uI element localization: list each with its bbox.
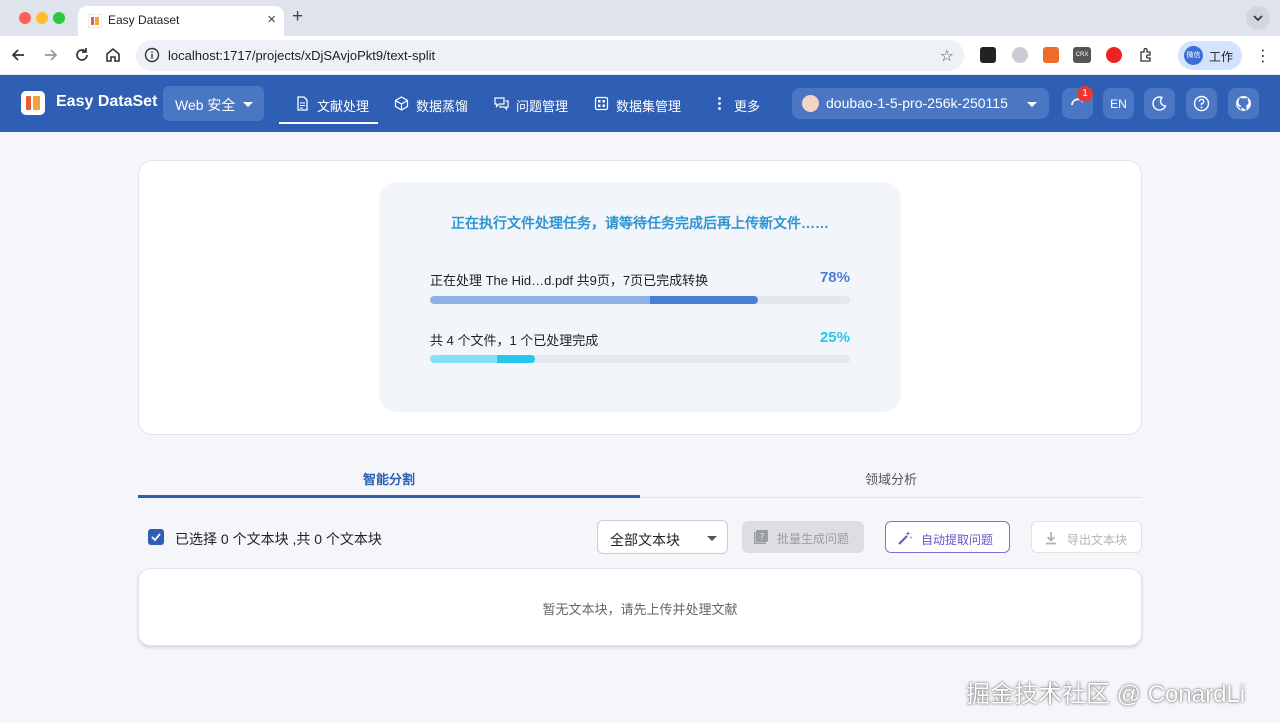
language-toggle-button[interactable]: EN bbox=[1103, 88, 1134, 119]
github-button[interactable] bbox=[1228, 88, 1259, 119]
url-text[interactable]: localhost:1717/projects/xDjSAvjoPkt9/tex… bbox=[168, 48, 435, 63]
batch-generate-questions-button[interactable]: ? 批量生成问题 bbox=[742, 521, 864, 553]
chevron-down-icon bbox=[1027, 102, 1037, 107]
nav-active-indicator bbox=[279, 122, 378, 124]
button-label: 批量生成问题 bbox=[777, 532, 850, 546]
notification-badge: 1 bbox=[1077, 86, 1093, 102]
file-progress-fill bbox=[430, 296, 758, 304]
browser-menu-icon[interactable]: ⋮ bbox=[1255, 46, 1271, 66]
export-chunks-button[interactable]: 导出文本块 bbox=[1031, 521, 1142, 553]
button-label: 导出文本块 bbox=[1067, 533, 1128, 547]
extension-icon[interactable] bbox=[1012, 47, 1028, 63]
nav-label: 更多 bbox=[734, 99, 761, 114]
puzzle-extensions-icon[interactable] bbox=[1138, 47, 1154, 63]
nav-label: 问题管理 bbox=[516, 99, 569, 114]
profile-chip[interactable]: 微信 工作 bbox=[1178, 41, 1242, 70]
app-header: Easy DataSet Web 安全 文献处理 数据蒸馏 问题管理 数据集管理… bbox=[0, 75, 1280, 132]
auto-extract-questions-button[interactable]: 自动提取问题 bbox=[885, 521, 1010, 553]
chevron-down-icon bbox=[707, 536, 717, 541]
browser-tab[interactable]: Easy Dataset × bbox=[78, 6, 284, 36]
chevron-down-icon bbox=[243, 102, 253, 107]
checkmark-icon bbox=[151, 533, 161, 542]
crx-extension-icon[interactable]: CRX bbox=[1073, 47, 1091, 63]
tab-active-indicator bbox=[138, 495, 640, 498]
app-logo-icon bbox=[21, 91, 45, 115]
more-vertical-icon bbox=[718, 97, 721, 110]
extension-icon[interactable] bbox=[980, 47, 996, 63]
select-all-checkbox[interactable] bbox=[148, 529, 164, 545]
processing-message: 正在执行文件处理任务，请等待任务完成后再上传新文件…… bbox=[451, 215, 829, 231]
theme-toggle-button[interactable] bbox=[1144, 88, 1175, 119]
help-button[interactable] bbox=[1186, 88, 1217, 119]
bookmark-star-icon[interactable]: ☆ bbox=[940, 46, 954, 66]
nav-label: 数据集管理 bbox=[616, 99, 682, 114]
overall-progress-bar bbox=[430, 355, 850, 363]
magic-wand-icon bbox=[898, 531, 913, 545]
language-label: EN bbox=[1110, 97, 1127, 111]
file-progress-percent: 78% bbox=[819, 269, 850, 286]
github-icon bbox=[1236, 96, 1251, 111]
home-icon[interactable] bbox=[103, 45, 123, 65]
overall-progress-fill bbox=[430, 355, 535, 363]
nav-label: 文献处理 bbox=[317, 99, 370, 114]
extension-icon[interactable] bbox=[1043, 47, 1059, 63]
content-tabs: 智能分割 领域分析 bbox=[138, 456, 1142, 498]
file-progress-bar bbox=[430, 296, 850, 304]
profile-label: 工作 bbox=[1209, 50, 1234, 64]
window-minimize-button[interactable] bbox=[36, 12, 48, 24]
forward-arrow-icon[interactable] bbox=[40, 45, 60, 65]
window-maximize-button[interactable] bbox=[53, 12, 65, 24]
watermark-text: 掘金技术社区 @ ConardLi bbox=[966, 681, 1246, 708]
moon-icon bbox=[1152, 96, 1167, 111]
model-selector[interactable]: doubao-1-5-pro-256k-250115 bbox=[792, 88, 1049, 119]
tab-close-icon[interactable]: × bbox=[267, 11, 276, 29]
address-bar[interactable]: localhost:1717/projects/xDjSAvjoPkt9/tex… bbox=[136, 40, 964, 71]
chunk-filter-select[interactable]: 全部文本块 bbox=[597, 520, 728, 554]
document-icon bbox=[297, 96, 308, 111]
processing-panel: 正在执行文件处理任务，请等待任务完成后再上传新文件…… 正在处理 The Hid… bbox=[379, 182, 901, 412]
model-avatar bbox=[802, 95, 819, 112]
window-close-button[interactable] bbox=[19, 12, 31, 24]
dataset-icon bbox=[594, 96, 609, 111]
empty-message: 暂无文本块，请先上传并处理文献 bbox=[542, 602, 738, 617]
quiz-icon: ? bbox=[754, 530, 768, 544]
project-selector[interactable]: Web 安全 bbox=[163, 86, 264, 121]
selection-summary: 已选择 0 个文本块 ,共 0 个文本块 bbox=[175, 531, 382, 547]
tab-search-button[interactable] bbox=[1246, 6, 1270, 30]
overall-progress-label: 共 4 个文件，1 个已处理完成 bbox=[430, 333, 599, 348]
svg-text:?: ? bbox=[760, 533, 765, 543]
tab-title: Easy Dataset bbox=[108, 13, 180, 27]
model-name: doubao-1-5-pro-256k-250115 bbox=[826, 95, 1008, 111]
tab-domain-analysis[interactable]: 领域分析 bbox=[640, 469, 1142, 488]
file-progress-label: 正在处理 The Hid…d.pdf 共9页，7页已完成转换 bbox=[430, 273, 709, 288]
browser-tabstrip: Easy Dataset × + bbox=[0, 0, 1280, 36]
nav-label: 数据蒸馏 bbox=[416, 99, 469, 114]
site-info-icon[interactable] bbox=[144, 47, 160, 63]
reload-icon[interactable] bbox=[72, 45, 92, 65]
app-favicon-icon bbox=[88, 14, 102, 28]
chevron-down-icon bbox=[1253, 15, 1263, 21]
cube-icon bbox=[394, 96, 409, 111]
extension-icon[interactable] bbox=[1106, 47, 1122, 63]
profile-avatar: 微信 bbox=[1184, 46, 1203, 65]
new-tab-icon[interactable]: + bbox=[292, 6, 303, 28]
download-icon bbox=[1046, 532, 1056, 545]
filter-value: 全部文本块 bbox=[610, 532, 680, 548]
project-name: Web 安全 bbox=[175, 97, 236, 113]
button-label: 自动提取问题 bbox=[921, 533, 994, 547]
browser-toolbar: localhost:1717/projects/xDjSAvjoPkt9/tex… bbox=[0, 36, 1280, 75]
tab-smart-split[interactable]: 智能分割 bbox=[138, 469, 640, 488]
back-arrow-icon[interactable] bbox=[9, 45, 29, 65]
help-circle-icon bbox=[1193, 95, 1210, 112]
chunk-list-empty-state: 暂无文本块，请先上传并处理文献 bbox=[138, 568, 1142, 646]
overall-progress-percent: 25% bbox=[819, 329, 850, 346]
brand-name: Easy DataSet bbox=[56, 93, 158, 110]
chat-icon bbox=[494, 97, 509, 111]
